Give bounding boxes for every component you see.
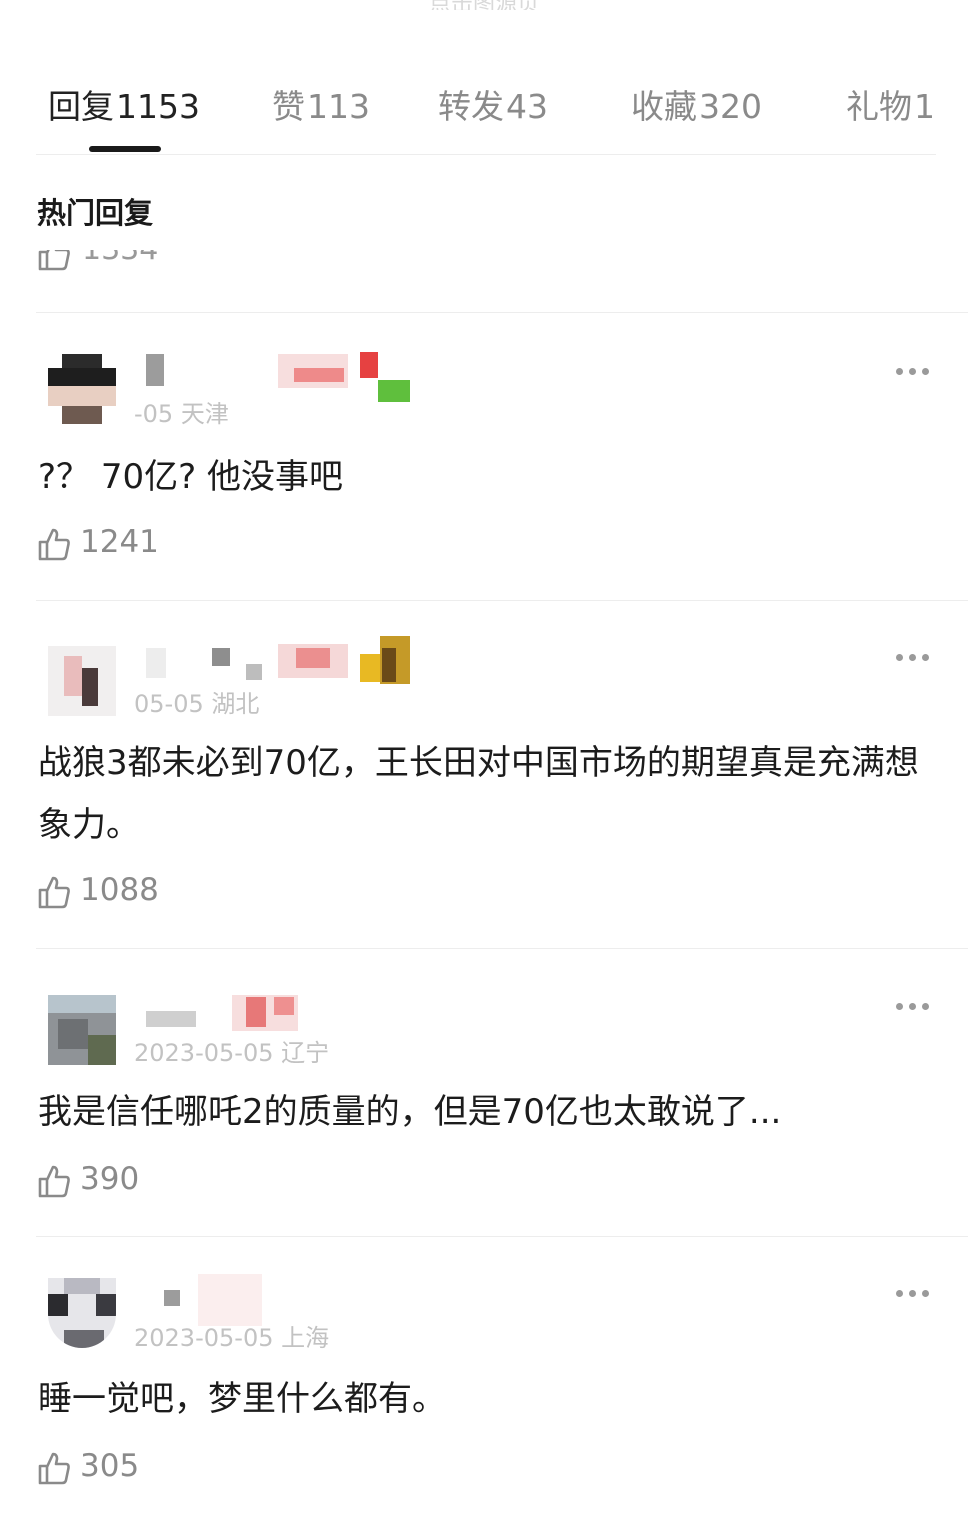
likes-count: 305	[80, 1448, 140, 1484]
comment-text: 我是信任哪吒2的质量的，但是70亿也太敢说了...	[38, 1092, 782, 1132]
tab-label: 收藏	[631, 87, 697, 126]
thumbs-up-icon	[38, 1165, 70, 1198]
likes-count: 390	[80, 1161, 140, 1197]
divider	[36, 948, 968, 949]
likes-count: 1241	[80, 524, 159, 560]
tab-label: 赞	[272, 87, 305, 126]
tab-replies[interactable]: 回复1153	[48, 80, 200, 128]
divider	[36, 312, 968, 313]
tab-favorites[interactable]: 收藏320	[631, 80, 762, 128]
comment-text: 战狼3都未必到70亿，王长田对中国市场的期望真是充满想象力。	[38, 743, 919, 845]
tab-count: 113	[307, 87, 370, 126]
more-dots-icon[interactable]	[893, 654, 933, 664]
tab-likes[interactable]: 赞113	[272, 80, 370, 128]
thumbs-up-icon	[38, 876, 70, 909]
hot-replies-title: 热门回复	[37, 196, 154, 230]
tab-label: 回复	[48, 87, 114, 126]
more-dots-icon[interactable]	[893, 1290, 933, 1300]
tab-count: 320	[699, 87, 762, 126]
username-blurred[interactable]	[146, 636, 416, 686]
username-blurred[interactable]	[146, 985, 416, 1035]
tab-reposts[interactable]: 转发43	[438, 80, 548, 128]
comment-meta: 2023-05-05 上海	[134, 1324, 330, 1352]
comment-meta: 2023-05-05 辽宁	[134, 1039, 330, 1067]
more-dots-icon[interactable]	[893, 368, 933, 378]
tab-gifts[interactable]: 礼物1	[846, 80, 935, 128]
tab-label: 转发	[438, 87, 504, 126]
avatar[interactable]	[48, 646, 116, 716]
username-blurred[interactable]	[146, 1272, 416, 1326]
more-dots-icon[interactable]	[893, 1003, 933, 1013]
comment-text: 睡一觉吧，梦里什么都有。	[38, 1379, 446, 1419]
likes-count: 1088	[80, 872, 159, 908]
thumbs-up-icon	[38, 1452, 70, 1485]
divider	[36, 1236, 968, 1237]
avatar[interactable]	[48, 1278, 116, 1348]
tab-label: 礼物	[846, 87, 912, 126]
avatar[interactable]	[48, 354, 116, 424]
divider	[36, 600, 968, 601]
cut-off-like-row: 1334	[36, 250, 236, 272]
likes-count: 1334	[82, 250, 158, 267]
tab-count: 1153	[116, 87, 200, 126]
thumbs-up-icon	[38, 250, 70, 271]
active-tab-indicator	[89, 146, 161, 152]
avatar[interactable]	[48, 995, 116, 1065]
tab-bar: 回复1153 赞113 转发43 收藏320 礼物1	[36, 70, 936, 155]
comment-text: ?？ 70亿? 他没事吧	[38, 457, 343, 497]
top-cut-text: 点击图源页	[0, 0, 968, 10]
comment-meta: -05 天津	[134, 400, 229, 428]
thumbs-up-icon	[38, 528, 70, 561]
tab-count: 43	[506, 87, 548, 126]
comment-meta: 05-05 湖北	[134, 690, 260, 718]
username-blurred[interactable]	[146, 350, 416, 402]
tab-count: 1	[914, 87, 935, 126]
